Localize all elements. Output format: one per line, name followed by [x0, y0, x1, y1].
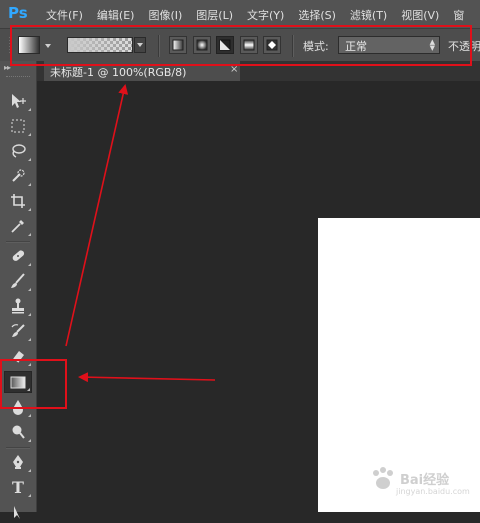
- watermark-url: jingyan.baidu.com: [396, 487, 470, 496]
- arrow-to-options-bar: [65, 84, 129, 347]
- arrow-to-gradient-tool: [78, 372, 216, 383]
- watermark-text: Bai经验: [400, 473, 450, 488]
- annotation-arrows: [65, 84, 216, 383]
- baidu-jingyan-watermark: Bai经验 jingyan.baidu.com: [366, 459, 480, 503]
- paw-logo-icon: [373, 467, 393, 489]
